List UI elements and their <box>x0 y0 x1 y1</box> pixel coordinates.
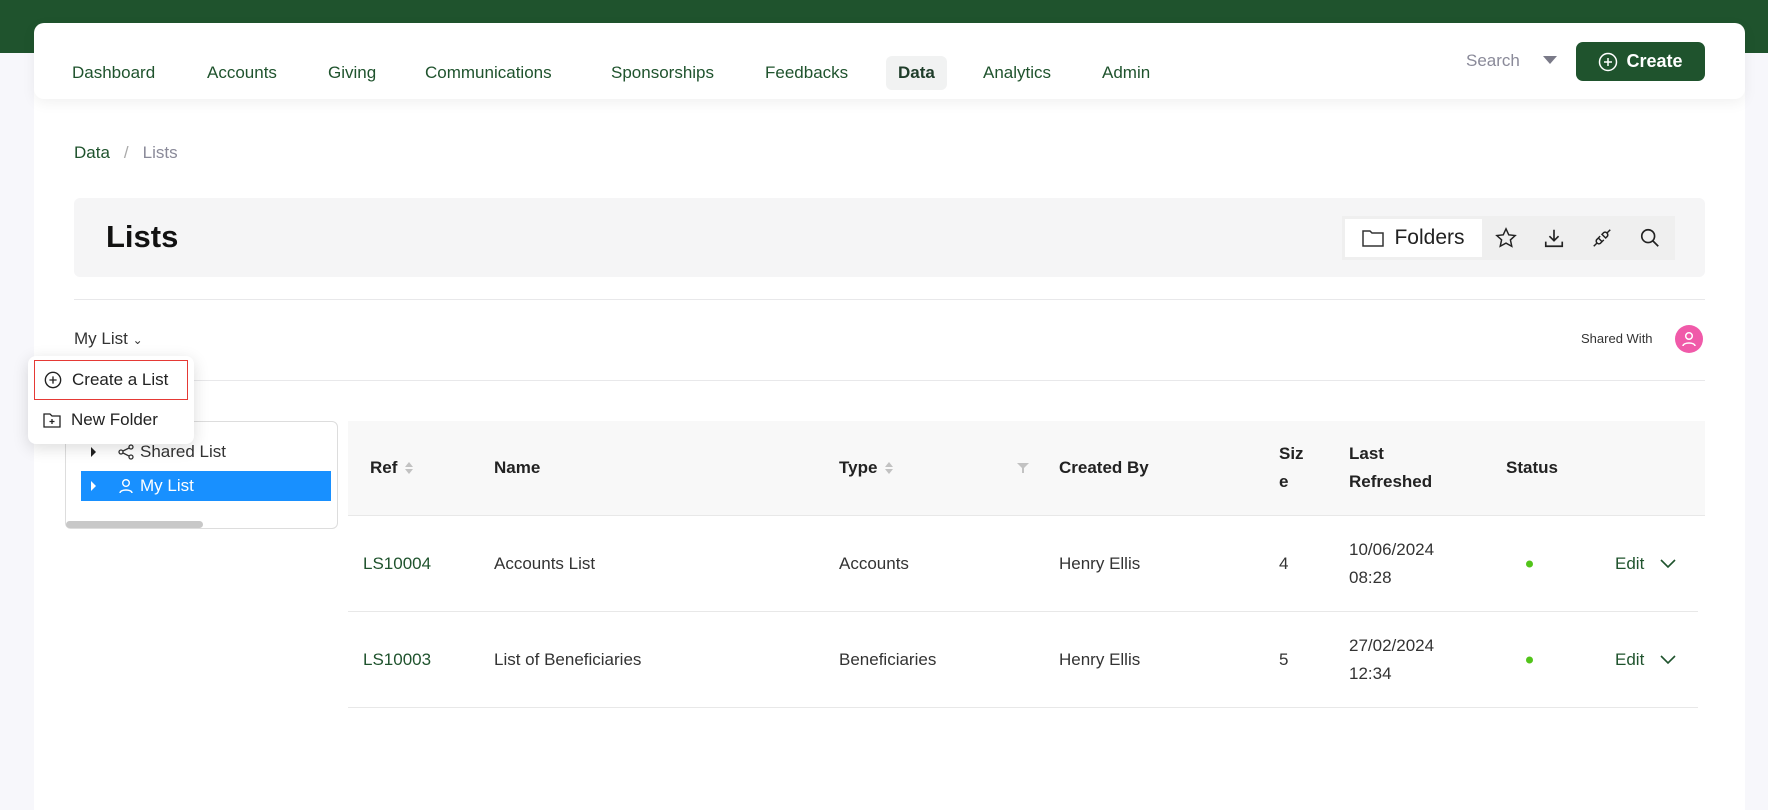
list-actions-menu: Create a List New Folder <box>28 356 194 444</box>
nav-giving[interactable]: Giving <box>328 63 376 83</box>
row-size: 4 <box>1279 553 1289 573</box>
divider <box>74 380 1705 381</box>
status-dot-active <box>1526 656 1533 663</box>
download-icon[interactable] <box>1530 227 1578 249</box>
page-title: Lists <box>106 219 179 254</box>
breadcrumb-data[interactable]: Data <box>74 143 110 162</box>
chevron-down-icon: ⌄ <box>132 333 143 347</box>
tree-item-label: My List <box>140 476 194 495</box>
caret-down-icon[interactable] <box>1543 56 1557 64</box>
row-type: Beneficiaries <box>839 649 937 669</box>
sort-icon[interactable] <box>885 462 894 474</box>
column-label: Type <box>839 458 878 477</box>
plus-circle-icon <box>1599 52 1618 71</box>
column-last-refreshed: Last Refreshed <box>1349 440 1459 496</box>
row-ref-link[interactable]: LS10003 <box>363 646 431 674</box>
sort-icon[interactable] <box>405 462 414 474</box>
breadcrumb: Data / Lists <box>74 143 178 163</box>
list-selector[interactable]: My List ⌄ <box>74 329 143 349</box>
row-ref-link[interactable]: LS10004 <box>363 550 431 578</box>
search-icon[interactable] <box>1626 227 1674 249</box>
nav-analytics[interactable]: Analytics <box>983 63 1051 83</box>
column-ref[interactable]: Ref <box>370 454 414 482</box>
avatar[interactable] <box>1675 325 1703 353</box>
create-button[interactable]: Create <box>1576 42 1705 81</box>
breadcrumb-lists: Lists <box>142 143 178 162</box>
breadcrumb-separator: / <box>123 143 129 162</box>
nav-accounts[interactable]: Accounts <box>207 63 277 83</box>
row-date: 10/06/2024 <box>1349 539 1435 559</box>
user-icon <box>119 479 133 494</box>
folders-label: Folders <box>1394 226 1465 249</box>
expand-icon[interactable] <box>91 447 96 457</box>
nav-data[interactable]: Data <box>886 56 947 90</box>
chevron-down-icon[interactable] <box>1660 558 1676 569</box>
column-label: Name <box>494 458 541 477</box>
star-icon[interactable] <box>1482 227 1530 249</box>
expand-icon[interactable] <box>91 481 96 491</box>
tree-item-my-list[interactable]: My List <box>81 471 331 501</box>
horizontal-scrollbar[interactable] <box>66 521 203 528</box>
column-name: Name <box>494 454 540 482</box>
create-label: Create <box>1626 51 1683 71</box>
column-size: Size <box>1279 440 1309 496</box>
row-size: 5 <box>1279 649 1289 669</box>
column-label: Status <box>1506 458 1558 477</box>
row-date: 27/02/2024 <box>1349 635 1435 655</box>
chevron-down-icon[interactable] <box>1660 654 1676 665</box>
plus-circle-icon <box>44 371 62 389</box>
edit-button[interactable]: Edit <box>1615 550 1676 578</box>
column-status: Status <box>1506 454 1558 482</box>
search-dropdown[interactable]: Search <box>1466 51 1520 71</box>
column-label: Size <box>1279 444 1304 491</box>
table-row[interactable]: LS10003 List of Beneficiaries Beneficiar… <box>348 612 1698 708</box>
row-time: 08:28 <box>1349 567 1392 587</box>
column-created-by: Created By <box>1059 454 1149 482</box>
nav-feedbacks[interactable]: Feedbacks <box>765 63 848 83</box>
column-label: Created By <box>1059 458 1149 477</box>
nav-admin[interactable]: Admin <box>1102 63 1150 83</box>
row-created-by: Henry Ellis <box>1059 553 1141 573</box>
tree-item-label: Shared List <box>140 442 226 461</box>
menu-item-label: Create a List <box>72 370 169 389</box>
folders-button[interactable]: Folders <box>1345 219 1482 257</box>
edit-button[interactable]: Edit <box>1615 646 1676 674</box>
column-type[interactable]: Type <box>839 454 894 482</box>
filter-icon[interactable] <box>1016 461 1030 475</box>
column-label: Ref <box>370 458 398 477</box>
row-last-refreshed: 10/06/2024 08:28 <box>1349 536 1434 592</box>
edit-label: Edit <box>1615 553 1645 573</box>
nav-communications[interactable]: Communications <box>425 63 552 83</box>
nav-sponsorships[interactable]: Sponsorships <box>611 63 714 83</box>
status-dot-active <box>1526 560 1533 567</box>
toolbar: Folders <box>1342 216 1675 260</box>
folder-icon <box>1362 230 1385 247</box>
menu-item-label: New Folder <box>71 410 158 429</box>
row-last-refreshed: 27/02/2024 12:34 <box>1349 632 1434 688</box>
table-header: Ref Name Type Created By Size Last Refre… <box>348 421 1705 516</box>
row-time: 12:34 <box>1349 663 1392 683</box>
row-name: List of Beneficiaries <box>494 649 642 669</box>
user-icon <box>1682 331 1696 347</box>
share-icon <box>118 444 134 460</box>
plug-icon[interactable] <box>1578 227 1626 249</box>
column-label: Last Refreshed <box>1349 444 1433 491</box>
list-selector-label: My List <box>74 329 128 348</box>
nav-dashboard[interactable]: Dashboard <box>72 63 155 83</box>
edit-label: Edit <box>1615 649 1645 669</box>
divider <box>74 299 1705 300</box>
row-name: Accounts List <box>494 553 596 573</box>
folder-plus-icon <box>43 413 61 428</box>
row-created-by: Henry Ellis <box>1059 649 1141 669</box>
shared-with-label: Shared With <box>1581 331 1653 346</box>
row-type: Accounts <box>839 553 909 573</box>
table-row[interactable]: LS10004 Accounts List Accounts Henry Ell… <box>348 516 1698 612</box>
new-folder-menu-item[interactable]: New Folder <box>34 400 188 440</box>
create-list-menu-item[interactable]: Create a List <box>34 360 188 400</box>
